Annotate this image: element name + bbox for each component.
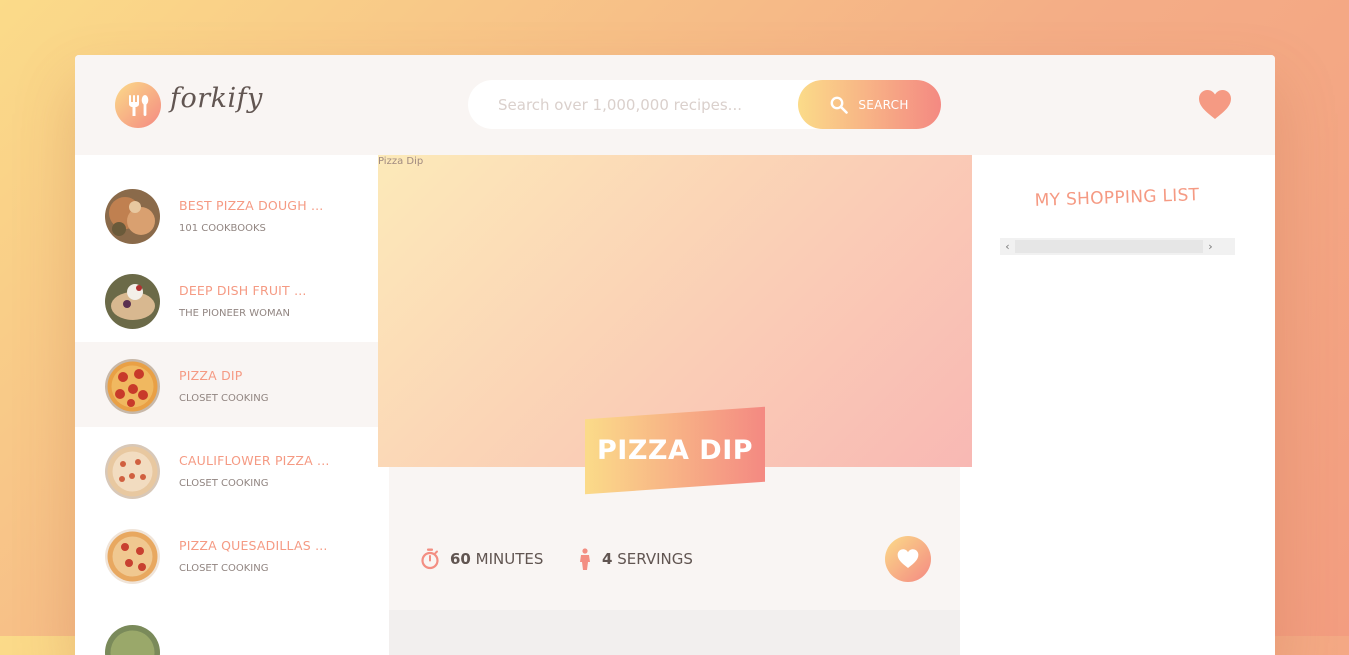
person-icon — [578, 548, 592, 570]
recipe-info-time: 60 minutes — [420, 547, 543, 571]
header: forkify Search — [75, 55, 1275, 155]
fork-spoon-icon — [124, 91, 152, 119]
result-item[interactable]: Best Pizza Dough ... 101 Cookbooks — [75, 172, 378, 257]
shopping-list-scrollbar[interactable]: ‹ › — [1000, 238, 1235, 255]
likes-heart-icon[interactable] — [1197, 88, 1233, 122]
search-button-label: Search — [858, 98, 908, 112]
logo-icon — [115, 82, 161, 128]
recipe-servings-value: 4 — [602, 550, 612, 568]
scroll-left-icon[interactable]: ‹ — [1000, 238, 1015, 255]
scrollbar-thumb[interactable] — [1015, 240, 1203, 253]
recipe-love-button[interactable] — [885, 536, 931, 582]
shopping-list-panel: My Shopping List ‹ › — [972, 155, 1275, 655]
result-author: Closet Cooking — [179, 478, 268, 489]
recipe-ingredients-background — [389, 610, 960, 655]
result-title: Pizza Dip — [179, 368, 243, 383]
recipe-thumbnail — [105, 274, 160, 329]
recipe-thumbnail — [105, 529, 160, 584]
stopwatch-icon — [420, 548, 440, 570]
recipe-servings-label: servings — [617, 550, 693, 568]
result-author: 101 Cookbooks — [179, 223, 266, 234]
result-title: Pizza Quesadillas ... — [179, 538, 328, 553]
recipe-panel: Pizza Dip Pizza Dip 60 minutes — [378, 155, 972, 655]
recipe-title: Pizza Dip — [585, 407, 765, 495]
search-icon — [830, 96, 848, 114]
recipe-thumbnail — [105, 444, 160, 499]
result-author: Closet Cooking — [179, 563, 268, 574]
recipe-thumbnail — [105, 359, 160, 414]
app-container: forkify Search — [75, 55, 1275, 655]
result-item[interactable]: Deep Dish Fruit ... The Pioneer Woman — [75, 257, 378, 342]
recipe-thumbnail-partial — [105, 625, 160, 655]
result-title: Cauliflower Pizza ... — [179, 453, 330, 468]
results-panel: Best Pizza Dough ... 101 Cookbooks Deep … — [75, 155, 378, 655]
recipe-info-servings: 4 servings — [578, 547, 693, 571]
shopping-list-title: My Shopping List — [972, 183, 1263, 213]
search-form: Search — [468, 80, 941, 129]
result-item[interactable]: Pizza Quesadillas ... Closet Cooking — [75, 512, 378, 597]
result-item[interactable]: Cauliflower Pizza ... Closet Cooking — [75, 427, 378, 512]
recipe-minutes-label: minutes — [476, 550, 544, 568]
search-input[interactable] — [468, 80, 798, 129]
search-button[interactable]: Search — [798, 80, 941, 129]
heart-icon — [896, 548, 920, 570]
result-item-active[interactable]: Pizza Dip Closet Cooking — [75, 342, 378, 427]
recipe-details-background — [389, 467, 960, 610]
recipe-thumbnail — [105, 189, 160, 244]
result-title: Deep Dish Fruit ... — [179, 283, 307, 298]
result-title: Best Pizza Dough ... — [179, 198, 324, 213]
logo-text: forkify — [170, 83, 263, 114]
result-author: Closet Cooking — [179, 393, 268, 404]
recipe-title-text: Pizza Dip — [597, 435, 753, 466]
scroll-right-icon[interactable]: › — [1203, 238, 1218, 255]
result-author: The Pioneer Woman — [179, 308, 290, 319]
recipe-image-alt: Pizza Dip — [378, 156, 423, 167]
recipe-minutes-value: 60 — [450, 550, 471, 568]
